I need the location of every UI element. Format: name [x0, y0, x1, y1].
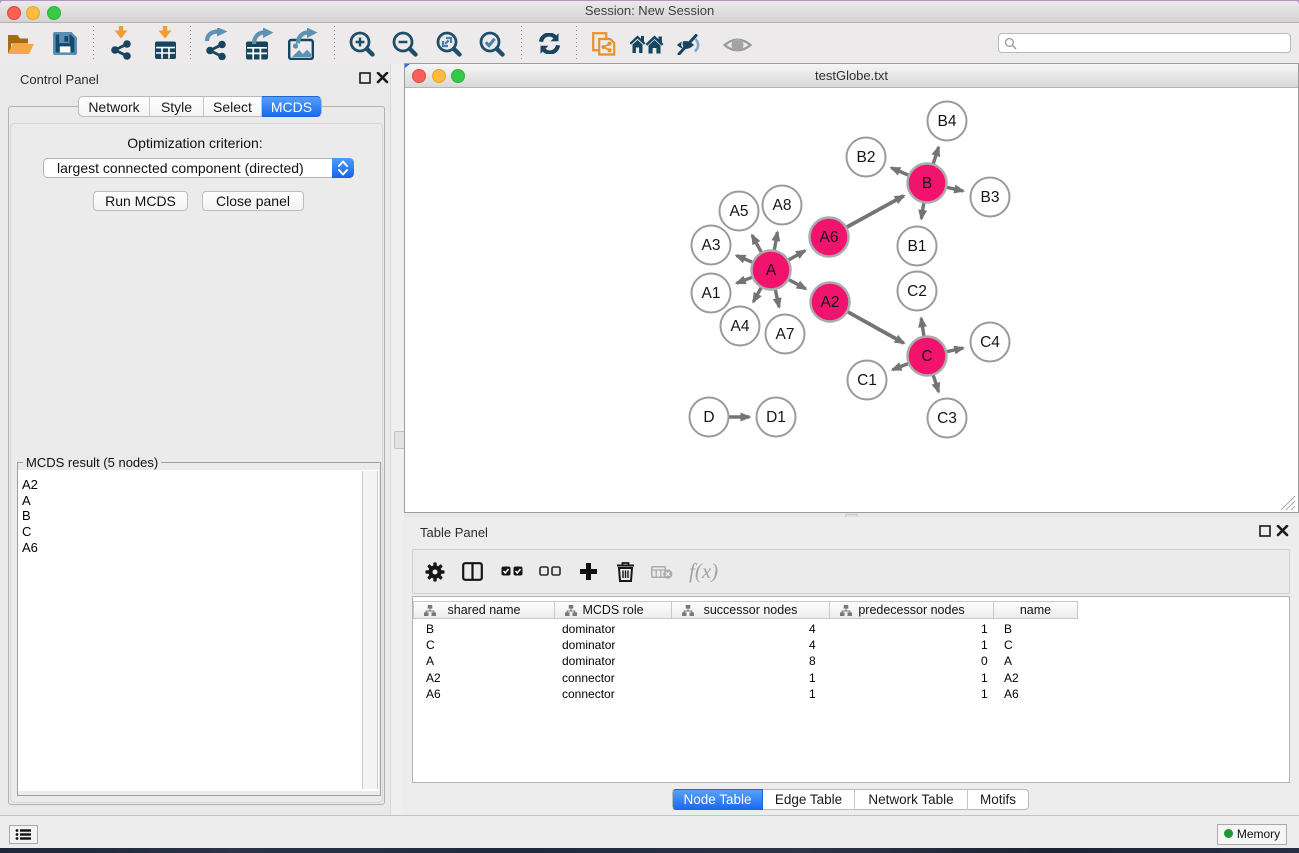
svg-text:A2: A2	[821, 294, 840, 311]
svg-text:A5: A5	[730, 203, 749, 220]
svg-text:C1: C1	[857, 372, 877, 389]
svg-text:A: A	[766, 262, 777, 279]
svg-text:A6: A6	[820, 229, 839, 246]
svg-text:D1: D1	[766, 409, 786, 426]
svg-text:C: C	[921, 348, 932, 365]
svg-text:B3: B3	[981, 189, 1000, 206]
svg-text:B2: B2	[857, 149, 876, 166]
svg-text:B1: B1	[908, 238, 927, 255]
svg-text:A3: A3	[702, 237, 721, 254]
svg-text:A7: A7	[776, 326, 795, 343]
svg-text:C3: C3	[937, 410, 957, 427]
svg-text:C2: C2	[907, 283, 927, 300]
svg-text:A4: A4	[731, 318, 750, 335]
svg-text:B: B	[922, 175, 932, 192]
svg-text:D: D	[703, 409, 714, 426]
svg-text:B4: B4	[938, 113, 957, 130]
svg-text:C4: C4	[980, 334, 1000, 351]
svg-text:A8: A8	[773, 197, 792, 214]
svg-text:A1: A1	[702, 285, 721, 302]
